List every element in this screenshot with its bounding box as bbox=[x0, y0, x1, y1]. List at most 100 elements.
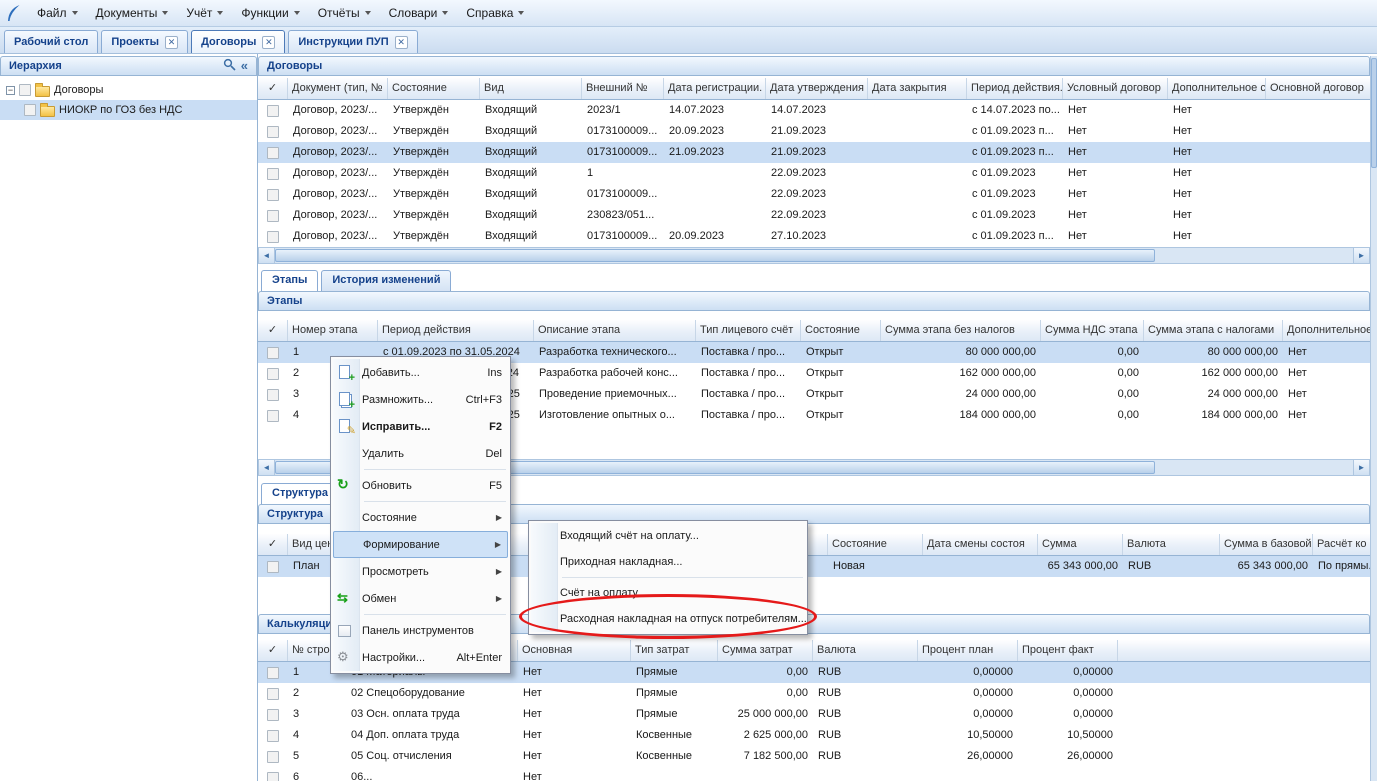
row-checkbox[interactable] bbox=[267, 709, 279, 721]
menu-item-formation[interactable]: Формирование▶ bbox=[333, 531, 508, 558]
column-header[interactable]: Сумма НДС этапа bbox=[1041, 320, 1144, 341]
row-checkbox[interactable] bbox=[267, 105, 279, 117]
row-checkbox[interactable] bbox=[267, 147, 279, 159]
menubar-item-functions[interactable]: Функции bbox=[233, 2, 307, 24]
tree-collapse-icon[interactable]: − bbox=[6, 86, 15, 95]
tab-desktop[interactable]: Рабочий стол bbox=[4, 30, 98, 53]
menu-item-incoming-waybill[interactable]: Приходная накладная... bbox=[531, 549, 805, 575]
column-header[interactable]: Процент план bbox=[918, 640, 1018, 661]
row-checkbox[interactable] bbox=[267, 126, 279, 138]
select-all-header[interactable]: ✓ bbox=[258, 534, 288, 555]
horizontal-scrollbar[interactable]: ◄ ► bbox=[258, 247, 1370, 264]
column-header[interactable]: Валюта bbox=[813, 640, 918, 661]
row-checkbox[interactable] bbox=[267, 189, 279, 201]
collapse-panel-button[interactable]: « bbox=[241, 61, 248, 71]
column-header[interactable]: Период действия... bbox=[967, 78, 1063, 99]
scrollbar-thumb[interactable] bbox=[275, 249, 1155, 262]
menu-item-toolbar[interactable]: Панель инструментов bbox=[333, 617, 508, 644]
row-checkbox[interactable] bbox=[267, 561, 279, 573]
column-header[interactable]: Сумма в базовой в bbox=[1220, 534, 1313, 555]
select-all-header[interactable]: ✓ bbox=[258, 78, 288, 99]
menubar-item-dictionaries[interactable]: Словари bbox=[381, 2, 457, 24]
column-header[interactable]: Сумма этапа с налогами bbox=[1144, 320, 1283, 341]
scroll-right-button[interactable]: ► bbox=[1353, 460, 1369, 475]
tab-structure[interactable]: Структура bbox=[261, 483, 339, 504]
column-header[interactable]: Основной договор bbox=[1266, 78, 1370, 99]
table-row[interactable]: 606...Нет bbox=[258, 767, 1370, 781]
menu-item-outgoing-waybill[interactable]: Расходная накладная на отпуск потребител… bbox=[531, 606, 805, 632]
row-checkbox[interactable] bbox=[267, 772, 279, 781]
tree-item-niokr[interactable]: НИОКР по ГОЗ без НДС bbox=[0, 100, 257, 120]
column-header[interactable]: Сумма этапа без налогов bbox=[881, 320, 1041, 341]
column-header[interactable]: Дата регистрации. bbox=[664, 78, 766, 99]
table-row[interactable]: 202 СпецоборудованиеНетПрямые0,00RUB0,00… bbox=[258, 683, 1370, 704]
menubar-item-file[interactable]: Файл bbox=[29, 2, 86, 24]
tab-change-history[interactable]: История изменений bbox=[321, 270, 451, 291]
table-row[interactable]: 505 Соц. отчисленияНетКосвенные7 182 500… bbox=[258, 746, 1370, 767]
menu-item-exchange[interactable]: Обмен▶ bbox=[333, 585, 508, 612]
menu-item-view[interactable]: Просмотреть▶ bbox=[333, 558, 508, 585]
column-header[interactable]: Процент факт bbox=[1018, 640, 1118, 661]
column-header[interactable]: Описание этапа bbox=[534, 320, 696, 341]
tree-checkbox[interactable] bbox=[24, 104, 36, 116]
column-header[interactable]: Состояние bbox=[801, 320, 881, 341]
column-header[interactable]: Вид bbox=[480, 78, 582, 99]
tab-stages[interactable]: Этапы bbox=[261, 270, 318, 291]
menu-item-edit[interactable]: Исправить...F2 bbox=[333, 413, 508, 440]
column-header[interactable]: Состояние bbox=[388, 78, 480, 99]
scrollbar-track[interactable] bbox=[1155, 248, 1353, 263]
tab-projects[interactable]: Проекты✕ bbox=[101, 30, 188, 53]
menu-item-payment-invoice[interactable]: Счёт на оплату... bbox=[531, 580, 805, 606]
table-row[interactable]: 303 Осн. оплата трудаНетПрямые25 000 000… bbox=[258, 704, 1370, 725]
column-header[interactable]: Документ (тип, № bbox=[288, 78, 388, 99]
menu-item-add[interactable]: Добавить...Ins bbox=[333, 359, 508, 386]
row-checkbox[interactable] bbox=[267, 368, 279, 380]
search-icon[interactable] bbox=[223, 58, 236, 74]
column-header[interactable]: Тип лицевого счёт bbox=[696, 320, 801, 341]
row-checkbox[interactable] bbox=[267, 688, 279, 700]
tree-item-contracts[interactable]: − Договоры bbox=[0, 80, 257, 100]
column-header[interactable]: Дополнительное с bbox=[1283, 320, 1370, 341]
tree-checkbox[interactable] bbox=[19, 84, 31, 96]
select-all-header[interactable]: ✓ bbox=[258, 320, 288, 341]
table-row[interactable]: Договор, 2023/...УтверждёнВходящий017310… bbox=[258, 184, 1370, 205]
row-checkbox[interactable] bbox=[267, 168, 279, 180]
close-icon[interactable]: ✕ bbox=[262, 36, 275, 49]
column-header[interactable]: Номер этапа bbox=[288, 320, 378, 341]
tab-instructions[interactable]: Инструкции ПУП✕ bbox=[288, 30, 417, 53]
row-checkbox[interactable] bbox=[267, 667, 279, 679]
row-checkbox[interactable] bbox=[267, 730, 279, 742]
table-row[interactable]: Договор, 2023/...УтверждёнВходящий017310… bbox=[258, 142, 1370, 163]
column-header[interactable]: Период действия bbox=[378, 320, 534, 341]
table-row[interactable]: 404 Доп. оплата трудаНетКосвенные2 625 0… bbox=[258, 725, 1370, 746]
close-icon[interactable]: ✕ bbox=[395, 36, 408, 49]
scroll-left-button[interactable]: ◄ bbox=[259, 248, 275, 263]
menu-item-duplicate[interactable]: Размножить...Ctrl+F3 bbox=[333, 386, 508, 413]
scroll-right-button[interactable]: ► bbox=[1353, 248, 1369, 263]
menu-item-state[interactable]: Состояние▶ bbox=[333, 504, 508, 531]
menu-item-refresh[interactable]: ОбновитьF5 bbox=[333, 472, 508, 499]
scrollbar-track[interactable] bbox=[1155, 460, 1353, 475]
vertical-scrollbar[interactable] bbox=[1370, 56, 1377, 781]
select-all-header[interactable]: ✓ bbox=[258, 640, 288, 661]
column-header[interactable]: Валюта bbox=[1123, 534, 1220, 555]
column-header[interactable]: Дата закрытия bbox=[868, 78, 967, 99]
row-checkbox[interactable] bbox=[267, 231, 279, 243]
menu-item-incoming-payment-invoice[interactable]: Входящий счёт на оплату... bbox=[531, 523, 805, 549]
row-checkbox[interactable] bbox=[267, 751, 279, 763]
scrollbar-thumb[interactable] bbox=[1371, 58, 1377, 168]
column-header[interactable]: Условный договор bbox=[1063, 78, 1168, 99]
table-row[interactable]: Договор, 2023/...УтверждёнВходящий017310… bbox=[258, 121, 1370, 142]
menubar-item-reports[interactable]: Отчёты bbox=[310, 2, 379, 24]
column-header[interactable]: Внешний № bbox=[582, 78, 664, 99]
column-header[interactable]: Основная bbox=[518, 640, 631, 661]
menubar-item-accounting[interactable]: Учёт bbox=[178, 2, 231, 24]
column-header[interactable]: Тип затрат bbox=[631, 640, 718, 661]
menu-item-settings[interactable]: Настройки...Alt+Enter bbox=[333, 644, 508, 671]
row-checkbox[interactable] bbox=[267, 210, 279, 222]
column-header[interactable]: Дополнительное с bbox=[1168, 78, 1266, 99]
column-header[interactable]: Расчёт ко bbox=[1313, 534, 1370, 555]
menu-item-delete[interactable]: УдалитьDel bbox=[333, 440, 508, 467]
row-checkbox[interactable] bbox=[267, 347, 279, 359]
menubar-item-help[interactable]: Справка bbox=[458, 2, 532, 24]
